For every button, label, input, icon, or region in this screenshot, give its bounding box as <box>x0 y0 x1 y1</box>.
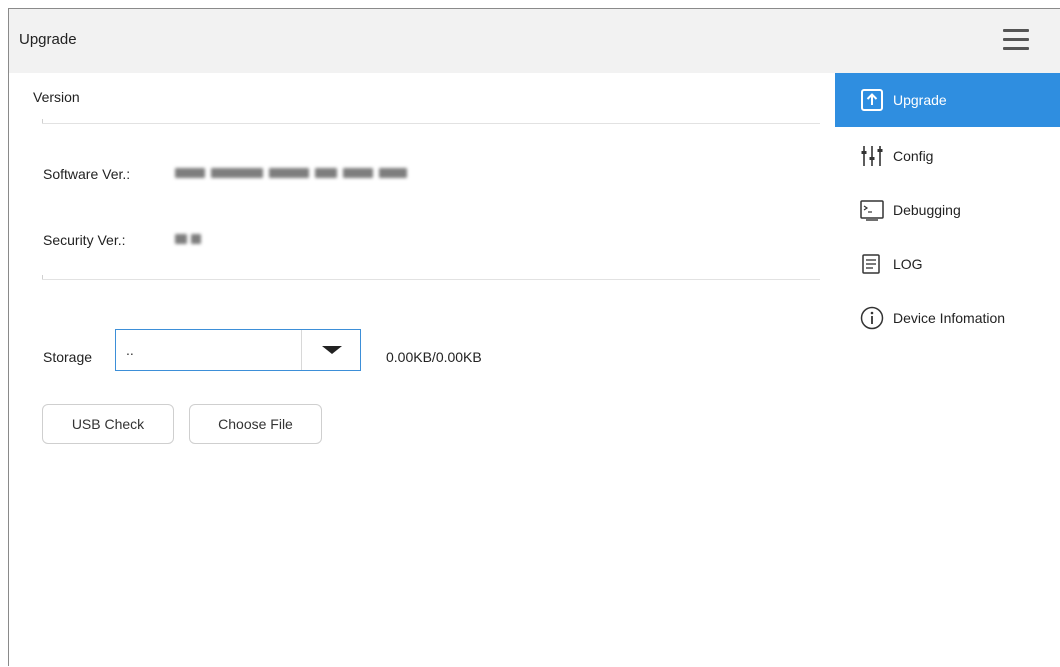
document-lines-icon <box>862 254 880 274</box>
software-version-label: Software Ver.: <box>43 166 131 182</box>
sidebar-item-label: Config <box>893 148 934 164</box>
security-version-value-redacted <box>175 234 201 244</box>
version-section-title: Version <box>33 89 80 105</box>
security-version-label: Security Ver.: <box>43 232 126 248</box>
sidebar-item-log[interactable]: LOG <box>835 237 1060 291</box>
select-separator <box>301 330 302 370</box>
sidebar-item-label: Upgrade <box>893 92 947 108</box>
choose-file-button[interactable]: Choose File <box>189 404 322 444</box>
sidebar: Upgrade Config Debugging LOG Device Info… <box>835 73 1060 667</box>
sidebar-item-label: Device Infomation <box>893 310 1006 326</box>
sidebar-item-label: Debugging <box>893 202 961 218</box>
sidebar-item-label: LOG <box>893 256 923 272</box>
terminal-icon <box>860 200 884 221</box>
software-version-value-redacted <box>175 168 407 178</box>
sidebar-item-upgrade[interactable]: Upgrade <box>835 73 1060 127</box>
storage-label: Storage <box>43 349 93 365</box>
chevron-down-icon[interactable] <box>322 346 342 354</box>
storage-select-value: .. <box>126 342 134 358</box>
upload-arrow-icon <box>861 89 883 111</box>
upgrade-window: Upgrade Version Software Ver.: Security … <box>8 8 1060 667</box>
main-content: Version Software Ver.: Security Ver.: St… <box>9 73 835 667</box>
sidebar-item-config[interactable]: Config <box>835 129 1060 183</box>
divider <box>42 275 820 280</box>
storage-capacity: 0.00KB/0.00KB <box>386 349 482 365</box>
divider <box>42 119 820 124</box>
storage-select[interactable]: .. <box>115 329 361 371</box>
usb-check-button[interactable]: USB Check <box>42 404 174 444</box>
sidebar-item-debugging[interactable]: Debugging <box>835 183 1060 237</box>
sliders-icon <box>861 146 883 166</box>
sidebar-item-device-information[interactable]: Device Infomation <box>835 291 1060 345</box>
hamburger-menu-icon[interactable] <box>1001 27 1031 53</box>
title-bar: Upgrade <box>9 9 1060 73</box>
info-circle-icon <box>860 306 884 330</box>
page-title: Upgrade <box>19 31 77 48</box>
